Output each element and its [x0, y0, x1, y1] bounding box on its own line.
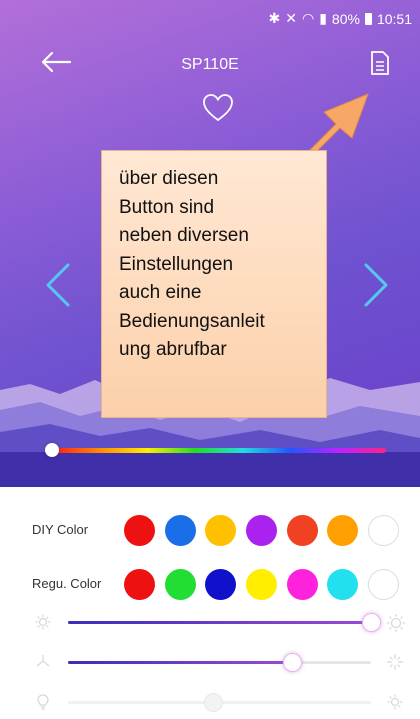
hue-slider-knob[interactable]	[45, 443, 59, 457]
diy-color-swatch[interactable]	[287, 515, 318, 546]
document-icon[interactable]	[370, 50, 390, 76]
callout-line: ung abrufbar	[119, 339, 227, 360]
diy-color-label: DIY Color	[32, 522, 89, 537]
callout-line: auch eine	[119, 282, 202, 303]
bluetooth-icon: ✱	[268, 10, 281, 26]
regu-color-swatch[interactable]	[246, 569, 277, 600]
sparkle-large-icon	[387, 654, 403, 670]
sun-large-icon	[387, 614, 405, 632]
bulb-icon	[37, 694, 49, 710]
diy-color-swatch[interactable]	[124, 515, 155, 546]
sun-small-icon	[35, 614, 51, 630]
sparkle-small-icon	[36, 655, 50, 667]
bulb-slider	[0, 685, 420, 719]
brightness-knob[interactable]	[361, 613, 381, 632]
chevron-right-icon[interactable]	[362, 262, 390, 308]
diy-color-swatch[interactable]	[205, 515, 236, 546]
mute-icon: ✕	[285, 10, 297, 26]
status-bar: ✱ ✕ ◠ ▮ 80% 10:51	[0, 0, 420, 36]
regu-color-swatch[interactable]	[124, 569, 155, 600]
annotation-callout: über diesen Button sind neben diversen E…	[101, 150, 327, 418]
callout-line: über diesen	[119, 168, 219, 189]
regu-color-label: Regu. Color	[32, 576, 102, 591]
brightness-fill	[68, 621, 371, 624]
regu-color-swatch[interactable]	[327, 569, 358, 600]
speed-knob[interactable]	[282, 653, 302, 672]
callout-line: Bedienungsanleit	[119, 310, 265, 332]
regu-color-swatch[interactable]	[287, 569, 318, 600]
callout-line: neben diversen	[119, 225, 249, 246]
hue-slider-track[interactable]	[52, 448, 386, 453]
signal-icon: ▮	[319, 10, 327, 26]
brightness-track[interactable]	[68, 613, 381, 632]
regu-color-row: Regu. Color	[0, 564, 420, 604]
battery-percent: 80%	[331, 10, 360, 27]
speed-fill	[68, 661, 293, 664]
regu-color-swatch[interactable]	[205, 569, 236, 600]
clock: 10:51	[376, 10, 412, 27]
brightness-slider	[0, 605, 420, 639]
callout-line: Einstellungen	[119, 253, 234, 275]
diy-color-swatch[interactable]	[165, 515, 196, 546]
regu-color-swatch[interactable]	[165, 569, 196, 600]
speed-track[interactable]	[68, 653, 371, 672]
wifi-icon: ◠	[301, 10, 315, 26]
page-title: SP110E	[181, 56, 239, 73]
speed-slider	[0, 645, 420, 679]
heart-icon[interactable]	[202, 93, 234, 123]
regu-color-swatch[interactable]	[368, 569, 399, 600]
diy-color-swatch[interactable]	[327, 515, 358, 546]
diy-color-row: DIY Color	[0, 510, 420, 550]
bulb-knob[interactable]	[203, 693, 223, 712]
sun-outline-icon	[387, 694, 403, 710]
bulb-track[interactable]	[68, 693, 371, 712]
callout-line: Button sind	[119, 196, 215, 218]
status-icons: ✱ ✕ ◠ ▮ 80% 10:51	[269, 10, 412, 27]
diy-color-swatch[interactable]	[368, 515, 399, 546]
diy-color-swatch[interactable]	[246, 515, 277, 546]
chevron-left-icon[interactable]	[44, 262, 72, 308]
battery-icon	[364, 12, 372, 25]
